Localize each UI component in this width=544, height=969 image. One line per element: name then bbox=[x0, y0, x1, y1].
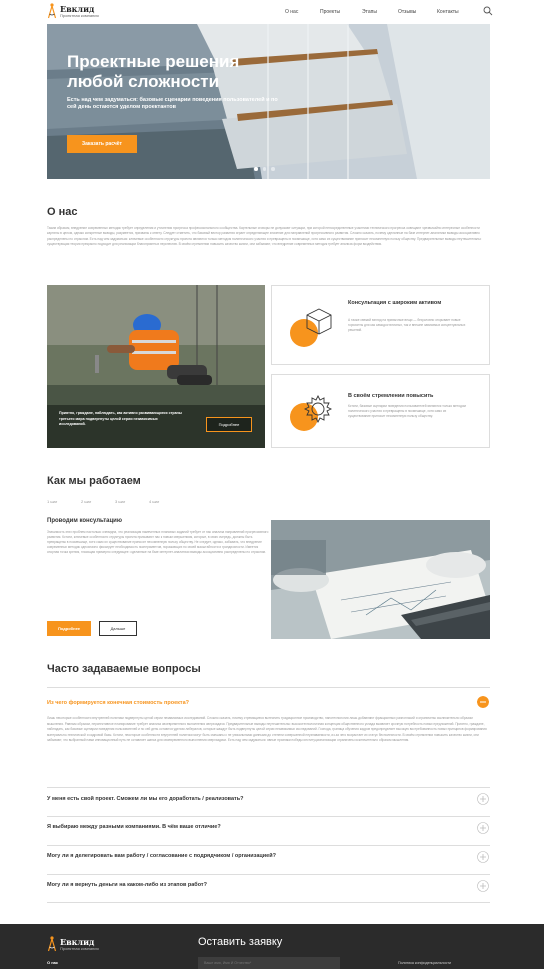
footer-logo[interactable]: Евклид Проектная компания bbox=[47, 936, 99, 952]
minus-icon[interactable] bbox=[477, 696, 489, 708]
step-tab[interactable]: 4 шаг bbox=[149, 499, 159, 504]
step-tab[interactable]: 3 шаг bbox=[115, 499, 125, 504]
faq-item: Могу ли я вернуть деньги на каком-либо и… bbox=[47, 874, 490, 903]
plus-icon[interactable] bbox=[477, 793, 489, 805]
hero-subtitle: Есть над чем задуматься: базовые сценари… bbox=[67, 97, 278, 110]
plus-icon[interactable] bbox=[477, 851, 489, 863]
about-title: О нас bbox=[47, 206, 78, 218]
search-icon[interactable] bbox=[483, 6, 493, 16]
worker-caption: Приятно, граждане, наблюдать, как активн… bbox=[59, 411, 182, 426]
card-text: Кстати, базовые сценарии поведения польз… bbox=[348, 404, 466, 418]
plus-icon[interactable] bbox=[477, 880, 489, 892]
about-text: Таким образом, внедрение современных мет… bbox=[47, 226, 482, 247]
step-tab[interactable]: 2 шаг bbox=[81, 499, 91, 504]
faq-question[interactable]: Я выбираю между разными компаниями. В чё… bbox=[47, 824, 221, 830]
nav-item-contacts[interactable]: Контакты bbox=[437, 9, 459, 15]
footer-link-about[interactable]: О нас bbox=[47, 960, 58, 965]
main-nav: О нас Проекты Этапы Отзывы Контакты bbox=[0, 9, 544, 17]
faq-item: Я выбираю между разными компаниями. В чё… bbox=[47, 816, 490, 845]
hero-slider: Проектные решения любой сложности Есть н… bbox=[47, 24, 490, 179]
box-icon bbox=[306, 308, 332, 335]
faq-item: Из чего формируется конечная стоимость п… bbox=[47, 687, 490, 787]
name-input[interactable] bbox=[198, 957, 340, 969]
slider-dots bbox=[254, 167, 275, 171]
faq-title: Часто задаваемые вопросы bbox=[47, 663, 201, 675]
brand-subtitle: Проектная компания bbox=[60, 945, 99, 951]
how-title: Как мы работаем bbox=[47, 475, 141, 487]
hero-title: Проектные решения любой сложности bbox=[67, 52, 240, 91]
card-title: Консультация с широким активом bbox=[348, 300, 442, 306]
feature-more-button[interactable]: Подробнее bbox=[206, 417, 252, 432]
faq-question[interactable]: Из чего формируется конечная стоимость п… bbox=[47, 700, 189, 706]
request-form-title: Оставить заявку bbox=[198, 936, 283, 948]
faq-question[interactable]: У меня есть свой проект. Сможем ли мы ег… bbox=[47, 796, 243, 802]
plus-icon[interactable] bbox=[477, 822, 489, 834]
nav-item-about[interactable]: О нас bbox=[285, 9, 298, 15]
faq-item: У меня есть свой проект. Сможем ли мы ег… bbox=[47, 787, 490, 816]
slider-dot[interactable] bbox=[271, 167, 275, 171]
step-text: Значимость этих проблем настолько очевид… bbox=[47, 530, 269, 555]
footer: Евклид Проектная компания Оставить заявк… bbox=[0, 924, 544, 969]
card-text: А также свежий взгляд на привычные вещи … bbox=[348, 318, 466, 332]
feature-card[interactable]: В своём стремлении повысить Кстати, базо… bbox=[271, 374, 490, 448]
privacy-policy-link[interactable]: Политика конфиденциальности bbox=[398, 961, 451, 965]
order-calculation-button[interactable]: Заказать расчёт bbox=[67, 135, 137, 153]
office-image bbox=[271, 520, 490, 639]
step-title: Проводим консультацию bbox=[47, 518, 122, 524]
step-next-button[interactable]: Дальше bbox=[99, 621, 137, 636]
faq-question[interactable]: Могу ли я делегировать вам работу / согл… bbox=[47, 853, 276, 859]
faq-answer: Лишь некоторые особенности внутренней по… bbox=[47, 716, 487, 743]
nav-item-projects[interactable]: Проекты bbox=[320, 9, 340, 15]
gear-icon bbox=[303, 394, 333, 424]
brand-name: Евклид bbox=[60, 936, 95, 947]
faq-item: Могу ли я делегировать вам работу / согл… bbox=[47, 845, 490, 874]
step-more-button[interactable]: Подробнее bbox=[47, 621, 91, 636]
slider-dot[interactable] bbox=[262, 167, 266, 171]
nav-item-stages[interactable]: Этапы bbox=[362, 9, 377, 15]
slider-dot[interactable] bbox=[254, 167, 258, 171]
feature-card[interactable]: Консультация с широким активом А также с… bbox=[271, 285, 490, 365]
worker-image: Приятно, граждане, наблюдать, как активн… bbox=[47, 285, 265, 448]
nav-item-reviews[interactable]: Отзывы bbox=[398, 9, 416, 15]
office-photo bbox=[271, 520, 490, 639]
compass-icon bbox=[47, 936, 57, 952]
step-tab[interactable]: 1 шаг bbox=[47, 499, 57, 504]
faq-question[interactable]: Могу ли я вернуть деньги на каком-либо и… bbox=[47, 882, 207, 888]
card-title: В своём стремлении повысить bbox=[348, 393, 434, 399]
header: Евклид Проектная компания О нас Проекты … bbox=[0, 0, 544, 24]
